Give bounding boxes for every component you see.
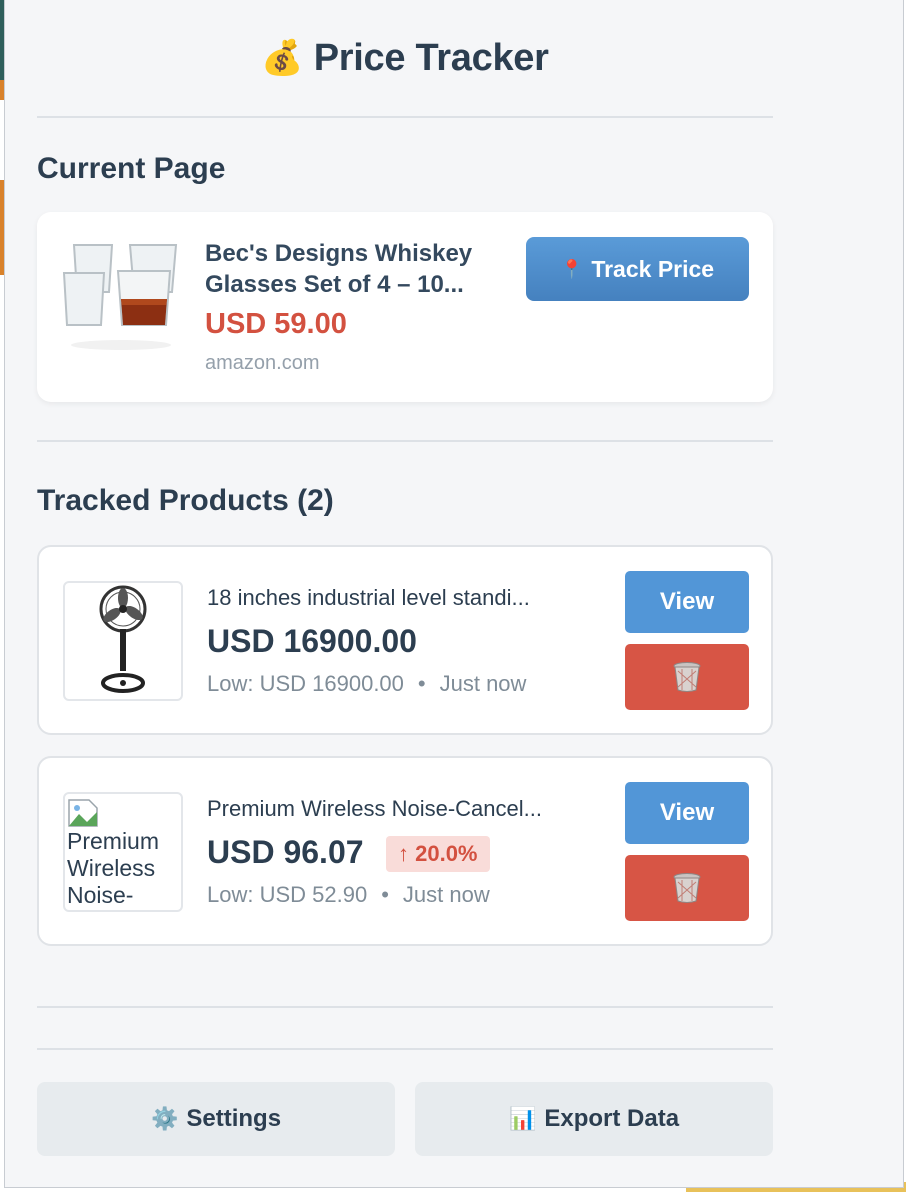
trash-icon [673, 873, 701, 903]
pin-icon: 📍 [560, 258, 584, 279]
broken-image-alt-text: Premium Wireless Noise- [67, 828, 160, 908]
product-image: Premium Wireless Noise- [63, 792, 183, 912]
section-divider [37, 1006, 773, 1008]
tracked-product-card: Premium Wireless Noise- Premium Wireless… [37, 756, 773, 946]
delete-button[interactable] [625, 855, 749, 921]
standing-fan-image [99, 585, 147, 693]
current-product-card: Bec's Designs Whiskey Glasses Set of 4 –… [37, 212, 773, 402]
extension-popup: 💰 Price Tracker Current Page Bec's Desig… [4, 0, 904, 1188]
gear-icon: ⚙️ [150, 1106, 179, 1131]
delete-button[interactable] [625, 644, 749, 710]
separator-dot: • [417, 671, 426, 696]
current-page-heading: Current Page [37, 152, 226, 185]
section-divider [37, 440, 773, 442]
current-product-image [61, 236, 181, 356]
product-low-price: Low: USD 16900.00 [207, 671, 404, 696]
header: 💰 Price Tracker [37, 0, 773, 118]
product-low-price: Low: USD 52.90 [207, 882, 368, 907]
track-price-label: Track Price [591, 255, 715, 282]
current-product-name: Bec's Designs Whiskey Glasses Set of 4 –… [205, 240, 473, 298]
track-price-button[interactable]: 📍 Track Price [526, 237, 749, 301]
bar-chart-icon: 📊 [508, 1106, 537, 1131]
settings-label: Settings [186, 1105, 282, 1132]
product-price: USD 96.07 [207, 834, 364, 870]
view-button[interactable]: View [625, 782, 749, 844]
section-divider [37, 1048, 773, 1050]
product-image [63, 581, 183, 701]
popup-content: 💰 Price Tracker Current Page Bec's Desig… [37, 0, 773, 1156]
product-updated: Just now [439, 671, 527, 696]
trash-icon [673, 662, 701, 692]
broken-image-placeholder: Premium Wireless Noise- [65, 794, 181, 910]
current-product-site: amazon.com [205, 352, 320, 374]
current-product-price: USD 59.00 [205, 308, 347, 340]
export-data-button[interactable]: 📊 Export Data [415, 1082, 773, 1156]
broken-image-icon [68, 799, 98, 827]
view-button[interactable]: View [625, 571, 749, 633]
page-title: Price Tracker [313, 36, 549, 79]
product-price: USD 16900.00 [207, 623, 417, 659]
tracked-product-card: 18 inches industrial level standi... USD… [37, 545, 773, 735]
product-meta: Low: USD 16900.00 • Just now [207, 671, 526, 697]
money-bag-icon: 💰 [261, 39, 304, 77]
product-updated: Just now [402, 882, 490, 907]
product-meta: Low: USD 52.90 • Just now [207, 882, 490, 908]
price-change-badge: ↑ 20.0% [386, 836, 490, 872]
whiskey-glasses-image [62, 237, 180, 355]
product-name: Premium Wireless Noise-Cancel... [207, 796, 542, 821]
tracked-products-heading: Tracked Products (2) [37, 484, 334, 517]
export-data-label: Export Data [544, 1105, 680, 1132]
product-name: 18 inches industrial level standi... [207, 585, 530, 610]
separator-dot: • [381, 882, 389, 907]
settings-button[interactable]: ⚙️ Settings [37, 1082, 395, 1156]
